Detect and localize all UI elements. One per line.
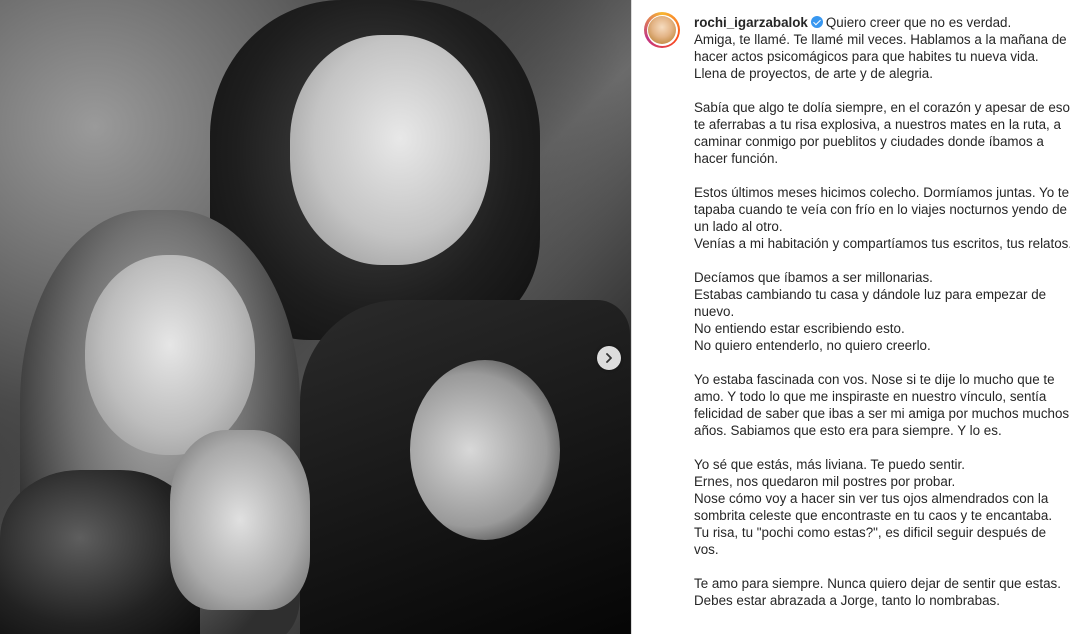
photo-person-left-face — [85, 255, 255, 455]
caption-paragraph: Yo estaba fascinada con vos. Nose si te … — [694, 372, 1070, 438]
username-link[interactable]: rochi_igarzabalok — [694, 15, 808, 30]
verified-badge-icon — [810, 16, 823, 28]
panel-divider — [631, 0, 632, 634]
avatar-image — [648, 16, 676, 44]
post-photo[interactable] — [0, 0, 631, 634]
post-caption: rochi_igarzabalok Quiero creer que no es … — [694, 14, 1070, 626]
avatar-ring-inner — [646, 14, 678, 46]
photo-person-right-face — [290, 35, 490, 265]
photo-person-right-shoulder — [410, 360, 560, 540]
caption-paragraph: Sabía que algo te dolía siempre, en el c… — [694, 100, 1070, 166]
photo-thumbs-up-hand — [170, 430, 310, 610]
caption-paragraph: Amiga, te llamé. Te llamé mil veces. Hab… — [694, 32, 1067, 81]
caption-panel: rochi_igarzabalok Quiero creer que no es … — [640, 10, 1070, 634]
caption-first-line: Quiero creer que no es verdad. — [825, 15, 1012, 30]
next-photo-button[interactable] — [597, 346, 621, 370]
caption-paragraph: Decíamos que íbamos a ser millonarias. E… — [694, 270, 1047, 353]
caption-paragraph: Yo sé que estás, más liviana. Te puedo s… — [694, 457, 1053, 557]
caption-paragraph: Te amo para siempre. Nunca quiero dejar … — [694, 576, 1061, 608]
chevron-right-icon — [606, 353, 612, 363]
caption-paragraph: Estos últimos meses hicimos colecho. Dor… — [694, 185, 1070, 251]
avatar[interactable] — [644, 12, 680, 48]
